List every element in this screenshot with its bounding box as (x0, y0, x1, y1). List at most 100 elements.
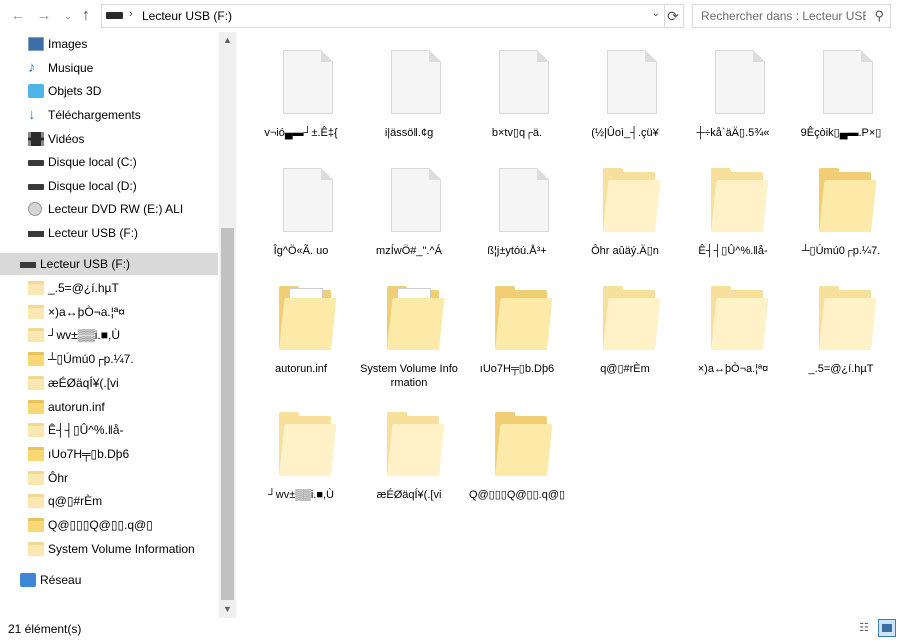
sidebar-item-usb-root[interactable]: Lecteur USB (F:) (0, 253, 218, 275)
sidebar-item-label: Lecteur USB (F:) (40, 257, 131, 271)
sidebar-item-folder[interactable]: Ôhr (0, 467, 218, 489)
folder-icon (491, 284, 553, 364)
chevron-down-icon[interactable]: ⌄ (652, 8, 660, 19)
folder-item[interactable]: Q@▯▯▯Q@▯▯.q@▯ (467, 400, 567, 512)
sidebar-item-label: _.5=@¿í.hµT (48, 281, 119, 295)
sidebar-item-label: ×)a↔þÒ¬a.¦ª¤ (48, 305, 125, 319)
file-item[interactable]: i|ässö‖.¢g (359, 38, 459, 150)
back-button[interactable]: ← (8, 6, 28, 26)
folder-item[interactable]: autorun.inf (251, 274, 351, 386)
usb-drive-icon (106, 12, 123, 19)
sidebar-item-usb-f[interactable]: Lecteur USB (F:) (0, 222, 218, 244)
folder-icon (28, 352, 44, 366)
folder-item[interactable]: q@▯#rÈm (575, 274, 675, 386)
folder-icon (275, 410, 337, 490)
sidebar-item-label: Disque local (C:) (48, 155, 137, 169)
sidebar-item-downloads[interactable]: ↓ Téléchargements (0, 104, 218, 126)
folder-icon (815, 284, 877, 364)
sidebar-item-dvd-e[interactable]: Lecteur DVD RW (E:) ALI (0, 198, 218, 220)
scrollbar-thumb[interactable] (221, 228, 234, 600)
sidebar-item-folder[interactable]: æÉØäqÍ¥(.[vi (0, 372, 218, 394)
sidebar-item-folder[interactable]: q@▯#rÈm (0, 490, 218, 512)
folder-item[interactable]: ×)a↔þÒ¬a.¦ª¤ (683, 274, 783, 386)
sidebar-item-folder[interactable]: ┴▯Úmú0┌p.¼7. (0, 348, 218, 370)
folder-icon (383, 284, 445, 364)
sidebar-item-folder[interactable]: System Volume Information (0, 538, 218, 560)
sidebar-item-folder[interactable]: ıUo7H╤▯b.Dþ6 (0, 443, 218, 465)
item-name: ß¦j±ytóú.Å³+ (487, 245, 547, 257)
sidebar-item-disk-c[interactable]: Disque local (C:) (0, 151, 218, 173)
folder-icon (28, 328, 44, 342)
item-name: q@▯#rÈm (600, 363, 650, 375)
sidebar-item-folder[interactable]: Ê┤┤▯Û^%.‖å- (0, 419, 218, 441)
folder-icon (275, 284, 337, 364)
sidebar-item-folder[interactable]: Q@▯▯▯Q@▯▯.q@▯ (0, 514, 218, 536)
folder-item[interactable]: æÉØäqÍ¥(.[vi (359, 400, 459, 512)
blank-file-icon (383, 48, 443, 128)
breadcrumb[interactable]: Lecteur USB (F:) (142, 9, 232, 23)
folder-item[interactable]: Ê┤┤▯Û^%.‖å- (683, 156, 783, 268)
large-icons-view-icon[interactable] (878, 619, 896, 637)
forward-button[interactable]: → (34, 6, 54, 26)
file-list: v¬ió▄▬┘±.Ê‡{i|ässö‖.¢g b×tv▯q┌ä. (½|Ûoì_┤.… (237, 32, 900, 618)
item-name: mzÍwÖ#_".^Á (376, 245, 442, 257)
sidebar-item-disk-d[interactable]: Disque local (D:) (0, 175, 218, 197)
recent-locations-button[interactable]: ⌄ (58, 6, 78, 26)
up-button[interactable]: ↑ (76, 6, 96, 26)
sidebar-item-label: Musique (48, 61, 94, 75)
chevron-right-icon[interactable]: › (129, 8, 133, 20)
item-name: 9Êçòik▯▄▬.P×▯ (800, 127, 882, 139)
sidebar-item-folder[interactable]: _.5=@¿í.hµT (0, 277, 218, 299)
folder-icon (28, 518, 44, 532)
sidebar-item-objects-3d[interactable]: Objets 3D (0, 80, 218, 102)
blank-file-icon (815, 48, 875, 128)
usb-drive-icon (20, 262, 36, 268)
file-item[interactable]: v¬ió▄▬┘±.Ê‡{ (251, 38, 351, 150)
sidebar-item-images[interactable]: Images (0, 33, 218, 55)
sidebar-item-label: æÉØäqÍ¥(.[vi (48, 376, 119, 390)
scroll-down-icon[interactable]: ▼ (219, 601, 236, 618)
sidebar-item-videos[interactable]: Vidéos (0, 128, 218, 150)
videos-icon (28, 132, 44, 146)
dvd-icon (28, 202, 42, 216)
file-item[interactable]: b×tv▯q┌ä. (467, 38, 567, 150)
file-item[interactable]: ┼÷kå`äÄ▯.5¾« (683, 38, 783, 150)
folder-item[interactable]: System Volume Information (359, 274, 459, 389)
file-item[interactable]: (½|Ûoì_┤.çü¥ (575, 38, 675, 150)
file-item[interactable]: Îg^Ö«Ã. uo (251, 156, 351, 268)
path-box[interactable]: › Lecteur USB (F:) ⌄ (101, 4, 665, 28)
item-name: ┼÷kå`äÄ▯.5¾« (696, 127, 770, 139)
sidebar-item-folder[interactable]: ┘wv±▒▒i.■,Ù (0, 324, 218, 346)
folder-item[interactable]: _.5=@¿í.hµT (791, 274, 891, 386)
file-item[interactable]: 9Êçòik▯▄▬.P×▯ (791, 38, 891, 150)
folder-icon (707, 284, 769, 364)
drive-icon (28, 160, 44, 166)
network-icon (20, 573, 36, 587)
item-name: Îg^Ö«Ã. uo (273, 245, 329, 257)
item-name: autorun.inf (275, 363, 327, 375)
blank-file-icon (275, 48, 335, 128)
folder-item[interactable]: ıUo7H╤▯b.Dþ6 (467, 274, 567, 386)
folder-item[interactable]: ┘wv±▒▒i.■,Ù (251, 400, 351, 512)
sidebar-item-music[interactable]: ♪ Musique (0, 57, 218, 79)
refresh-button[interactable]: ⟳ (663, 4, 684, 28)
sidebar-item-label: Images (48, 37, 88, 51)
details-view-icon[interactable]: ☷ (856, 621, 872, 635)
sidebar-item-folder[interactable]: ×)a↔þÒ¬a.¦ª¤ (0, 301, 218, 323)
file-item[interactable]: ß¦j±ytóú.Å³+ (467, 156, 567, 268)
search-input[interactable]: Rechercher dans : Lecteur USB (F:) ⚲ (692, 4, 891, 28)
blank-file-icon (275, 166, 335, 246)
file-item[interactable]: mzÍwÖ#_".^Á (359, 156, 459, 268)
sidebar-scrollbar[interactable]: ▲ ▼ (219, 32, 236, 618)
blank-file-icon (707, 48, 767, 128)
folder-item[interactable]: ┴▯Úmú0┌p.¼7. (791, 156, 891, 268)
sidebar-item-label: ıUo7H╤▯b.Dþ6 (48, 447, 130, 461)
sidebar-item-folder[interactable]: autorun.inf (0, 396, 218, 418)
search-icon[interactable]: ⚲ (874, 8, 884, 24)
scroll-up-icon[interactable]: ▲ (219, 32, 236, 49)
sidebar-item-label: Lecteur DVD RW (E:) ALI (48, 202, 184, 216)
sidebar-item-network[interactable]: Réseau (0, 569, 218, 591)
folder-icon (28, 494, 44, 508)
item-name: Ôhr aûäý.Ä▯n (591, 245, 659, 257)
folder-item[interactable]: Ôhr aûäý.Ä▯n (575, 156, 675, 268)
